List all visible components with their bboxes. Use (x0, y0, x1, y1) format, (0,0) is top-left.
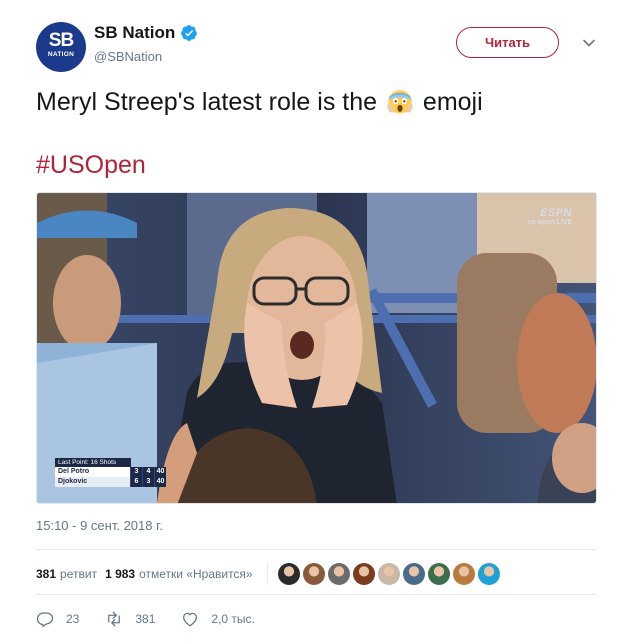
scoreboard-row: Del Potro 3 4 40 (55, 467, 175, 477)
like-button[interactable]: 2,0 тыс. (181, 610, 255, 628)
tweet-timestamp[interactable]: 15:10 - 9 сент. 2018 г. (36, 518, 163, 533)
verified-badge-icon (181, 25, 198, 41)
likes-count: 1 983 (105, 567, 136, 581)
retweet-button[interactable]: 381 (105, 610, 155, 628)
set-score: 3 (142, 477, 154, 487)
game-score: 40 (154, 467, 166, 477)
reply-icon (36, 612, 54, 628)
tweet-photo[interactable]: ESPN us open LIVE Last Point: 16 Shots D… (36, 192, 597, 504)
liker-avatar[interactable] (427, 563, 450, 585)
player-name: Del Potro (55, 467, 130, 477)
divider (36, 594, 596, 595)
chevron-down-icon[interactable] (582, 36, 596, 50)
liker-avatar[interactable] (302, 563, 325, 585)
broadcast-subtitle: us open LIVE (527, 219, 572, 226)
reply-button[interactable]: 23 (36, 610, 79, 628)
tweet-text-before: Meryl Streep's latest role is the (36, 88, 378, 116)
reply-count: 23 (66, 612, 80, 626)
liker-avatar[interactable] (277, 563, 300, 585)
face-screaming-in-fear-emoji-icon (387, 90, 413, 114)
liker-avatar[interactable] (352, 563, 375, 585)
set-score: 4 (142, 467, 154, 477)
liker-avatars (277, 563, 503, 585)
account-name[interactable]: SB Nation (94, 23, 175, 43)
avatar-logo-text: SB (48, 30, 74, 51)
liker-avatar[interactable] (327, 563, 350, 585)
game-score: 40 (154, 477, 166, 487)
set-score: 6 (130, 477, 142, 487)
retweet-count: 381 (135, 612, 156, 626)
scoreboard-row: Djokovic 6 3 40 (55, 477, 175, 487)
heart-icon (183, 612, 198, 627)
avatar-logo-subtext: NATION (47, 51, 75, 58)
account-name-row[interactable]: SB Nation (94, 23, 198, 43)
divider (266, 563, 268, 585)
likes-stat[interactable]: 1 983 отметки «Нравится» (105, 567, 253, 581)
avatar[interactable]: SB NATION (36, 22, 86, 72)
likes-label: отметки «Нравится» (139, 567, 253, 581)
espn-logo: ESPN (540, 207, 572, 219)
liker-avatar[interactable] (477, 563, 500, 585)
tennis-scoreboard: Last Point: 16 Shots Del Potro 3 4 40 Dj… (55, 458, 175, 487)
divider (36, 549, 596, 550)
tweet-actions: 23 381 2,0 тыс. (36, 610, 281, 628)
set-score: 3 (130, 467, 142, 477)
retweets-label: ретвит (60, 567, 98, 581)
follow-button[interactable]: Читать (456, 27, 559, 58)
liker-avatar[interactable] (452, 563, 475, 585)
account-handle[interactable]: @SBNation (94, 49, 162, 64)
broadcast-watermark: ESPN us open LIVE (528, 207, 572, 226)
retweet-icon (108, 611, 121, 627)
scoreboard-header: Last Point: 16 Shots (55, 458, 131, 467)
player-name: Djokovic (55, 477, 130, 487)
like-count: 2,0 тыс. (211, 612, 255, 626)
engagement-stats: 381 ретвит 1 983 отметки «Нравится» (36, 561, 503, 587)
liker-avatar[interactable] (377, 563, 400, 585)
tweet-text: Meryl Streep's latest role is the emoji (36, 85, 596, 119)
tweet-header: SB NATION SB Nation @SBNation Читать (36, 22, 609, 72)
tweet-text-after: emoji (422, 88, 483, 116)
liker-avatar[interactable] (402, 563, 425, 585)
hashtag-link[interactable]: #USOpen (36, 148, 146, 182)
retweets-count: 381 (36, 567, 57, 581)
retweets-stat[interactable]: 381 ретвит (36, 567, 97, 581)
